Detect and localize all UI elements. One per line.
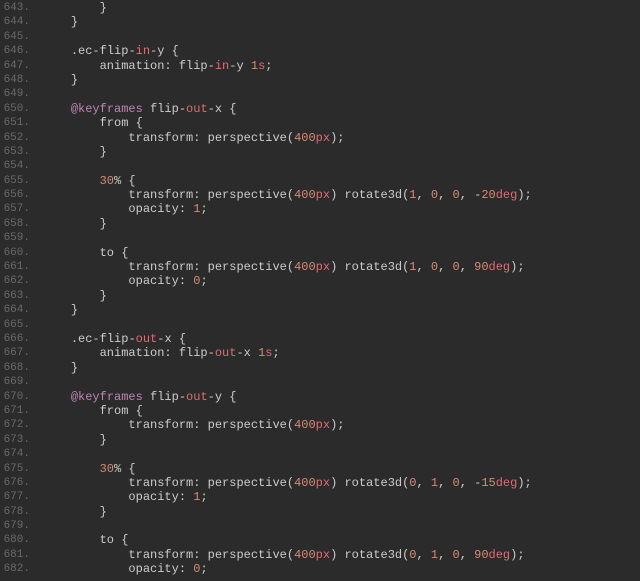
code-line[interactable]: animation: flip-out-x 1s; bbox=[42, 346, 640, 360]
line-number: 652 bbox=[0, 131, 36, 145]
code-line[interactable]: opacity: 0; bbox=[42, 274, 640, 288]
code-line[interactable]: opacity: 0; bbox=[42, 562, 640, 576]
line-number: 680 bbox=[0, 533, 36, 547]
code-content[interactable]: } } .ec-flip-in-y { animation: flip-in-y… bbox=[36, 0, 640, 581]
code-line[interactable]: } bbox=[42, 433, 640, 447]
code-line[interactable]: 30% { bbox=[42, 174, 640, 188]
code-line[interactable] bbox=[42, 231, 640, 245]
line-number: 653 bbox=[0, 145, 36, 159]
code-line[interactable]: transform: perspective(400px) rotate3d(1… bbox=[42, 188, 640, 202]
code-line[interactable]: transform: perspective(400px) rotate3d(0… bbox=[42, 548, 640, 562]
line-number: 676 bbox=[0, 476, 36, 490]
line-number: 658 bbox=[0, 217, 36, 231]
line-number: 659 bbox=[0, 231, 36, 245]
code-line[interactable]: opacity: 1; bbox=[42, 202, 640, 216]
code-line[interactable]: to { bbox=[42, 246, 640, 260]
line-number: 651 bbox=[0, 116, 36, 130]
code-line[interactable] bbox=[42, 318, 640, 332]
code-line[interactable]: } bbox=[42, 289, 640, 303]
line-number: 675 bbox=[0, 462, 36, 476]
code-line[interactable] bbox=[42, 375, 640, 389]
code-line[interactable]: } bbox=[42, 505, 640, 519]
code-line[interactable] bbox=[42, 159, 640, 173]
line-number: 665 bbox=[0, 318, 36, 332]
code-line[interactable]: transform: perspective(400px) rotate3d(0… bbox=[42, 476, 640, 490]
code-line[interactable]: @keyframes flip-out-y { bbox=[42, 390, 640, 404]
code-line[interactable]: } bbox=[42, 145, 640, 159]
code-line[interactable]: } bbox=[42, 217, 640, 231]
line-number-gutter: 6436446456466476486496506516526536546556… bbox=[0, 0, 36, 581]
code-line[interactable]: } bbox=[42, 361, 640, 375]
code-line[interactable] bbox=[42, 447, 640, 461]
code-line[interactable]: .ec-flip-in-y { bbox=[42, 44, 640, 58]
line-number: 666 bbox=[0, 332, 36, 346]
code-line[interactable]: transform: perspective(400px); bbox=[42, 131, 640, 145]
code-editor[interactable]: 6436446456466476486496506516526536546556… bbox=[0, 0, 640, 581]
line-number: 667 bbox=[0, 346, 36, 360]
code-line[interactable]: 30% { bbox=[42, 462, 640, 476]
line-number: 673 bbox=[0, 433, 36, 447]
line-number: 679 bbox=[0, 519, 36, 533]
code-line[interactable]: } bbox=[42, 73, 640, 87]
line-number: 648 bbox=[0, 73, 36, 87]
line-number: 657 bbox=[0, 202, 36, 216]
line-number: 682 bbox=[0, 562, 36, 576]
line-number: 643 bbox=[0, 1, 36, 15]
code-line[interactable]: transform: perspective(400px) rotate3d(1… bbox=[42, 260, 640, 274]
code-line[interactable] bbox=[42, 30, 640, 44]
code-line[interactable]: from { bbox=[42, 404, 640, 418]
line-number: 672 bbox=[0, 418, 36, 432]
code-line[interactable] bbox=[42, 519, 640, 533]
line-number: 669 bbox=[0, 375, 36, 389]
line-number: 681 bbox=[0, 548, 36, 562]
code-line[interactable]: } bbox=[42, 1, 640, 15]
code-line[interactable]: from { bbox=[42, 116, 640, 130]
line-number: 677 bbox=[0, 490, 36, 504]
line-number: 671 bbox=[0, 404, 36, 418]
line-number: 645 bbox=[0, 30, 36, 44]
line-number: 662 bbox=[0, 274, 36, 288]
line-number: 678 bbox=[0, 505, 36, 519]
line-number: 660 bbox=[0, 246, 36, 260]
line-number: 674 bbox=[0, 447, 36, 461]
line-number: 650 bbox=[0, 102, 36, 116]
line-number: 668 bbox=[0, 361, 36, 375]
line-number: 649 bbox=[0, 87, 36, 101]
line-number: 663 bbox=[0, 289, 36, 303]
code-line[interactable]: } bbox=[42, 15, 640, 29]
code-line[interactable]: opacity: 1; bbox=[42, 490, 640, 504]
line-number: 655 bbox=[0, 174, 36, 188]
line-number: 644 bbox=[0, 15, 36, 29]
code-line[interactable]: animation: flip-in-y 1s; bbox=[42, 59, 640, 73]
code-line[interactable]: } bbox=[42, 303, 640, 317]
line-number: 646 bbox=[0, 44, 36, 58]
line-number: 656 bbox=[0, 188, 36, 202]
line-number: 647 bbox=[0, 59, 36, 73]
code-line[interactable]: @keyframes flip-out-x { bbox=[42, 102, 640, 116]
line-number: 664 bbox=[0, 303, 36, 317]
code-line[interactable]: transform: perspective(400px); bbox=[42, 418, 640, 432]
line-number: 670 bbox=[0, 390, 36, 404]
code-line[interactable]: .ec-flip-out-x { bbox=[42, 332, 640, 346]
line-number: 654 bbox=[0, 159, 36, 173]
line-number: 661 bbox=[0, 260, 36, 274]
code-line[interactable] bbox=[42, 87, 640, 101]
code-line[interactable]: to { bbox=[42, 533, 640, 547]
